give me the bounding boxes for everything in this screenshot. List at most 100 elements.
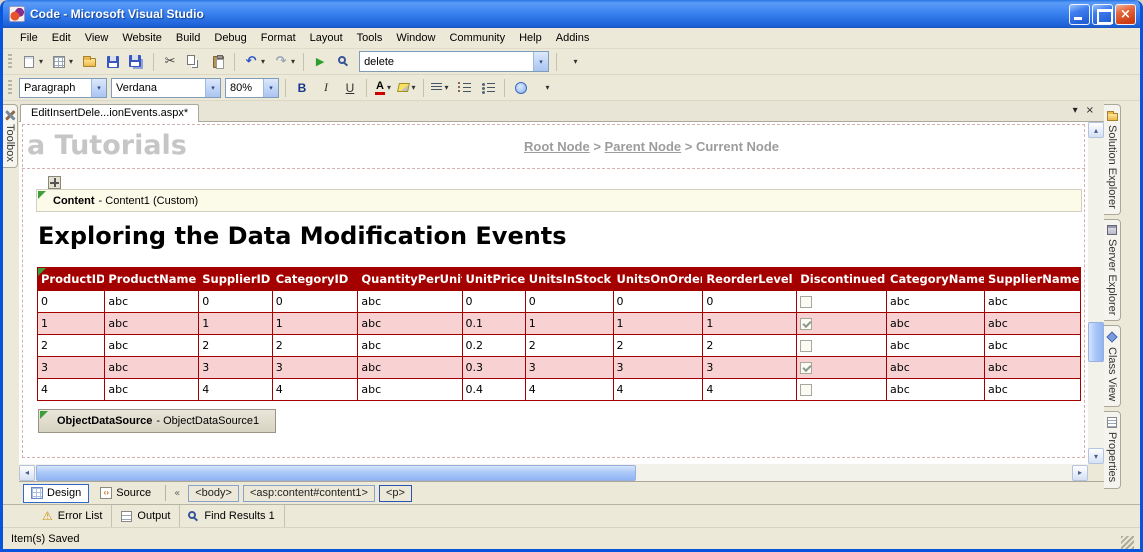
close-document-icon[interactable]: ×: [1086, 106, 1094, 116]
toolbar-grip[interactable]: [8, 80, 12, 96]
font-name-dropdown-icon[interactable]: ▾: [205, 79, 220, 97]
grid-header-productid: ProductID: [38, 268, 105, 291]
grid-cell: 1: [613, 313, 703, 335]
title-bar[interactable]: Code - Microsoft Visual Studio ×: [3, 0, 1140, 28]
document-list-dropdown-icon[interactable]: ▾: [1073, 106, 1078, 116]
hyperlink-button[interactable]: [510, 78, 532, 98]
menu-item-view[interactable]: View: [78, 29, 116, 47]
find-combo-dropdown-icon[interactable]: ▾: [533, 52, 548, 71]
scroll-right-icon[interactable]: ▸: [1072, 465, 1088, 481]
tab-properties[interactable]: Properties: [1104, 411, 1121, 488]
align-dropdown-icon[interactable]: ▾: [444, 84, 448, 92]
products-gridview: ProductIDProductNameSupplierIDCategoryID…: [37, 267, 1081, 401]
tag-chip[interactable]: <body>: [188, 485, 239, 502]
new-project-dropdown-icon[interactable]: ▾: [39, 58, 43, 66]
design-surface[interactable]: a Tutorials Root Node > Parent Node > Cu…: [19, 122, 1088, 464]
menu-item-build[interactable]: Build: [169, 29, 207, 47]
find-combo[interactable]: ▾: [359, 51, 549, 72]
vertical-scrollbar-thumb[interactable]: [1088, 322, 1104, 362]
panel-tab-error-list[interactable]: ⚠Error List: [33, 505, 112, 527]
breadcrumb-root-node[interactable]: Root Node: [524, 139, 590, 154]
scroll-down-icon[interactable]: ▾: [1088, 448, 1104, 464]
gridview-smart-tag-icon[interactable]: [38, 268, 46, 276]
new-project-button[interactable]: ▾: [18, 51, 46, 72]
move-handle-icon[interactable]: [48, 176, 61, 189]
breadcrumb-parent-node[interactable]: Parent Node: [605, 139, 682, 154]
menu-item-addins[interactable]: Addins: [549, 29, 597, 47]
start-debugging-button[interactable]: ▶: [309, 51, 331, 72]
grid-cell: 3: [199, 357, 272, 379]
find-in-files-button[interactable]: [333, 51, 355, 72]
menu-item-edit[interactable]: Edit: [45, 29, 78, 47]
tag-nav-back-icon[interactable]: «: [172, 488, 182, 499]
align-button[interactable]: ▾: [429, 78, 451, 98]
font-color-dropdown-icon[interactable]: ▾: [387, 84, 391, 92]
panel-tab-find-results[interactable]: Find Results 1: [180, 505, 284, 527]
panel-tab-output[interactable]: Output: [112, 505, 180, 527]
add-item-button[interactable]: ▾: [48, 51, 76, 72]
close-button[interactable]: ×: [1115, 4, 1136, 25]
font-name-combo[interactable]: Verdana ▾: [111, 78, 221, 98]
font-color-button[interactable]: A▾: [372, 78, 394, 98]
content-region-header[interactable]: Content - Content1 (Custom): [36, 189, 1082, 212]
gridview-control[interactable]: ProductIDProductNameSupplierIDCategoryID…: [37, 267, 1081, 401]
undo-button[interactable]: ↶▾: [240, 51, 268, 72]
horizontal-scrollbar[interactable]: ◂ ▸: [19, 464, 1088, 481]
menu-item-format[interactable]: Format: [254, 29, 303, 47]
bullet-list-button[interactable]: [477, 78, 499, 98]
content-region[interactable]: Content - Content1 (Custom) Exploring th…: [36, 189, 1082, 443]
redo-dropdown-icon[interactable]: ▾: [291, 58, 295, 66]
horizontal-scrollbar-thumb[interactable]: [36, 465, 636, 481]
block-format-combo[interactable]: Paragraph ▾: [19, 78, 107, 98]
copy-button[interactable]: [183, 51, 205, 72]
find-combo-input[interactable]: [360, 56, 533, 68]
save-all-button[interactable]: [126, 51, 148, 72]
underline-button[interactable]: U: [339, 78, 361, 98]
minimize-button[interactable]: [1069, 4, 1090, 25]
tab-server-explorer[interactable]: Server Explorer: [1104, 219, 1121, 321]
toolbar-grip[interactable]: [8, 54, 12, 70]
undo-dropdown-icon[interactable]: ▾: [261, 58, 265, 66]
content-smart-tag-icon[interactable]: [38, 191, 46, 199]
tab-class-view[interactable]: Class View: [1104, 325, 1121, 407]
document-tab[interactable]: EditInsertDele...ionEvents.aspx*: [20, 104, 199, 122]
highlight-dropdown-icon[interactable]: ▾: [411, 84, 415, 92]
open-file-button[interactable]: [78, 51, 100, 72]
menu-item-website[interactable]: Website: [115, 29, 169, 47]
scroll-left-icon[interactable]: ◂: [19, 465, 35, 481]
italic-button[interactable]: I: [315, 78, 337, 98]
menu-item-tools[interactable]: Tools: [350, 29, 390, 47]
magnifier-icon: [336, 54, 352, 70]
ods-smart-tag-icon[interactable]: [40, 411, 48, 419]
formatting-overflow-button[interactable]: ▾: [536, 77, 557, 98]
menu-item-file[interactable]: File: [13, 29, 45, 47]
source-view-button[interactable]: ‹› Source: [92, 484, 159, 503]
toolbar-overflow-button[interactable]: ▾: [564, 51, 585, 72]
tab-solution-explorer[interactable]: Solution Explorer: [1104, 104, 1121, 215]
save-button[interactable]: [102, 51, 124, 72]
objectdatasource-control[interactable]: ObjectDataSource - ObjectDataSource1: [38, 409, 276, 433]
menu-item-window[interactable]: Window: [389, 29, 442, 47]
scroll-up-icon[interactable]: ▴: [1088, 122, 1104, 138]
add-item-dropdown-icon[interactable]: ▾: [69, 58, 73, 66]
font-size-combo[interactable]: 80% ▾: [225, 78, 279, 98]
design-view-button[interactable]: Design: [23, 484, 89, 503]
cut-button[interactable]: ✂: [159, 51, 181, 72]
maximize-button[interactable]: [1092, 4, 1113, 25]
font-size-dropdown-icon[interactable]: ▾: [263, 79, 278, 97]
tag-chip[interactable]: <p>: [379, 485, 412, 502]
paste-button[interactable]: [207, 51, 229, 72]
block-format-dropdown-icon[interactable]: ▾: [91, 79, 106, 97]
vertical-scrollbar[interactable]: ▴ ▾: [1088, 122, 1104, 464]
bold-button[interactable]: B: [291, 78, 313, 98]
highlight-button[interactable]: ▾: [396, 78, 418, 98]
numbered-list-button[interactable]: [453, 78, 475, 98]
tag-chip[interactable]: <asp:content#content1>: [243, 485, 375, 502]
menu-item-layout[interactable]: Layout: [303, 29, 350, 47]
redo-button[interactable]: ↷▾: [270, 51, 298, 72]
menu-item-debug[interactable]: Debug: [207, 29, 253, 47]
menu-item-help[interactable]: Help: [512, 29, 549, 47]
menu-item-community[interactable]: Community: [442, 29, 512, 47]
resize-grip[interactable]: [1121, 536, 1134, 549]
tab-toolbox[interactable]: Toolbox: [3, 104, 18, 168]
